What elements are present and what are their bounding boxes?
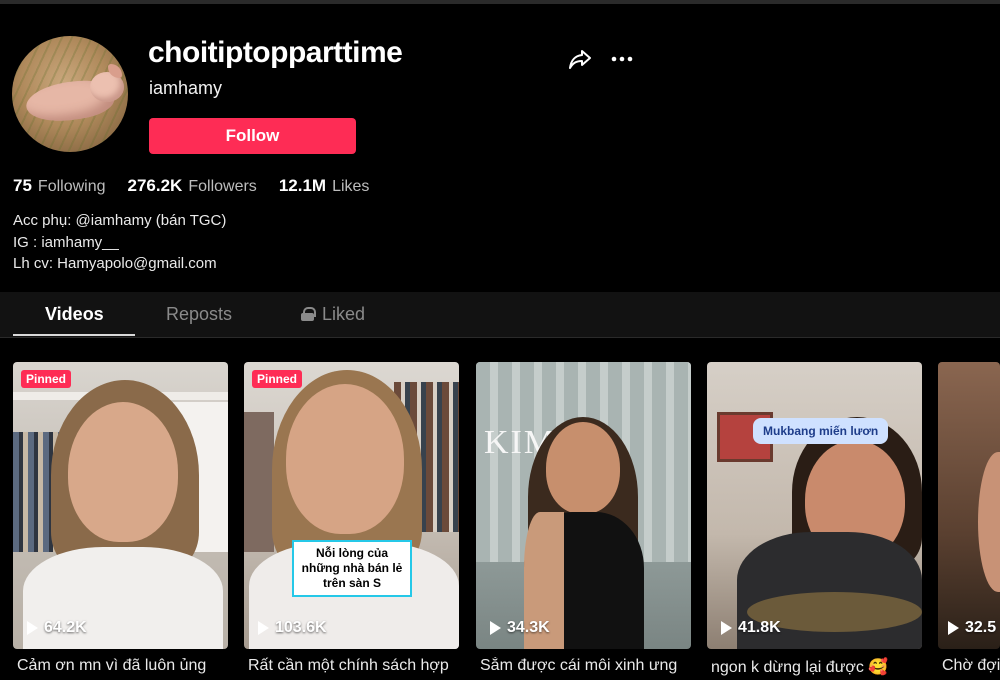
play-icon [948, 621, 959, 635]
following-label: Following [37, 178, 106, 195]
following-stat[interactable]: 75 Following [13, 176, 106, 196]
likes-label: Likes [332, 178, 370, 195]
lock-icon [301, 307, 316, 321]
play-icon [27, 621, 38, 635]
tab-label: Reposts [166, 303, 233, 324]
video-caption[interactable]: Cảm ơn mn vì đã luôn ủng [17, 657, 235, 675]
bio-line: Acc phụ: @iamhamy (bán TGC) [13, 212, 227, 229]
likes-stat: 12.1M Likes [279, 176, 370, 196]
profile-username: choitiptopparttime [148, 36, 403, 69]
top-border [0, 0, 1000, 4]
bio-line: Lh cv: Hamyapolo@gmail.com [13, 255, 217, 272]
video-caption[interactable]: ngon k dừng lại được 🥰 [711, 657, 929, 677]
view-count: 41.8K [721, 619, 781, 637]
view-count: 64.2K [27, 619, 87, 637]
tab-videos[interactable]: Videos [45, 292, 104, 336]
video-caption[interactable]: Chờ đợi [942, 657, 1000, 675]
bio-line: IG : iamhamy__ [13, 233, 119, 251]
video-overlay-text: Mukbang miến lươn [753, 418, 889, 444]
pinned-badge: Pinned [21, 370, 72, 388]
tab-liked[interactable]: Liked [301, 292, 365, 336]
profile-stats: 75 Following 276.2K Followers 12.1M Like… [13, 176, 369, 196]
share-arrow-icon[interactable] [567, 46, 593, 72]
followers-count: 276.2K [127, 176, 183, 195]
tab-reposts[interactable]: Reposts [166, 292, 232, 336]
follow-button[interactable]: Follow [149, 118, 356, 154]
view-count: 32.5 [948, 619, 996, 637]
video-caption[interactable]: Sắm được cái môi xinh ưng [480, 657, 698, 675]
video-overlay-text: Nỗi lòng của những nhà bán lẻ trên sàn S [292, 540, 412, 597]
video-card[interactable]: Mukbang miến lươn 41.8K [707, 362, 922, 649]
video-caption[interactable]: Rất cần một chính sách hợp [248, 657, 466, 675]
active-tab-indicator [13, 334, 135, 336]
play-icon [490, 621, 501, 635]
following-count: 75 [13, 176, 32, 195]
view-count: 103.6K [258, 619, 327, 637]
followers-label: Followers [188, 178, 257, 195]
video-card[interactable]: Pinned 64.2K [13, 362, 228, 649]
profile-tabs: Videos Reposts Liked [0, 292, 1000, 338]
profile-nickname: iamhamy [149, 78, 223, 98]
followers-stat[interactable]: 276.2K Followers [128, 176, 257, 196]
profile-bio: Acc phụ: @iamhamy (bán TGC) IG : iamhamy… [13, 210, 226, 275]
tab-label: Videos [45, 303, 104, 324]
likes-count: 12.1M [278, 176, 327, 195]
avatar[interactable] [12, 36, 128, 152]
play-icon [258, 621, 269, 635]
video-card[interactable]: 32.5 [938, 362, 1000, 649]
play-icon [721, 621, 732, 635]
pinned-badge: Pinned [252, 370, 303, 388]
video-card[interactable]: Nỗi lòng của những nhà bán lẻ trên sàn S… [244, 362, 459, 649]
view-count: 34.3K [490, 619, 550, 637]
tab-label: Liked [322, 303, 366, 324]
video-card[interactable]: KIM 34.3K [476, 362, 691, 649]
more-dots-icon[interactable] [609, 46, 635, 72]
